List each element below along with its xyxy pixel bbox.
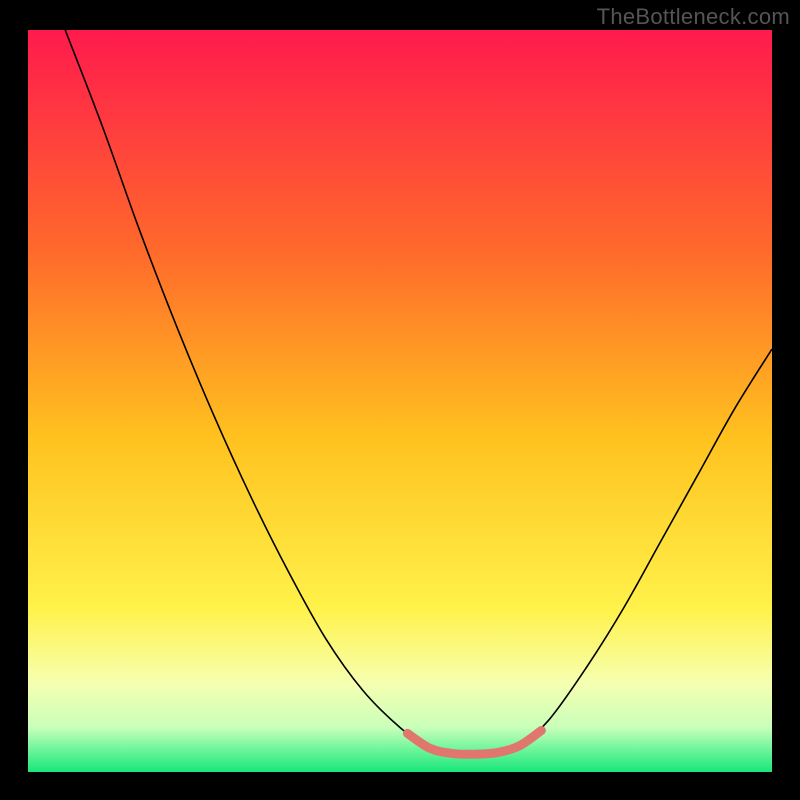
chart-background: [28, 30, 772, 772]
watermark-text: TheBottleneck.com: [597, 4, 790, 30]
bottleneck-chart: [28, 30, 772, 772]
chart-frame: TheBottleneck.com: [0, 0, 800, 800]
